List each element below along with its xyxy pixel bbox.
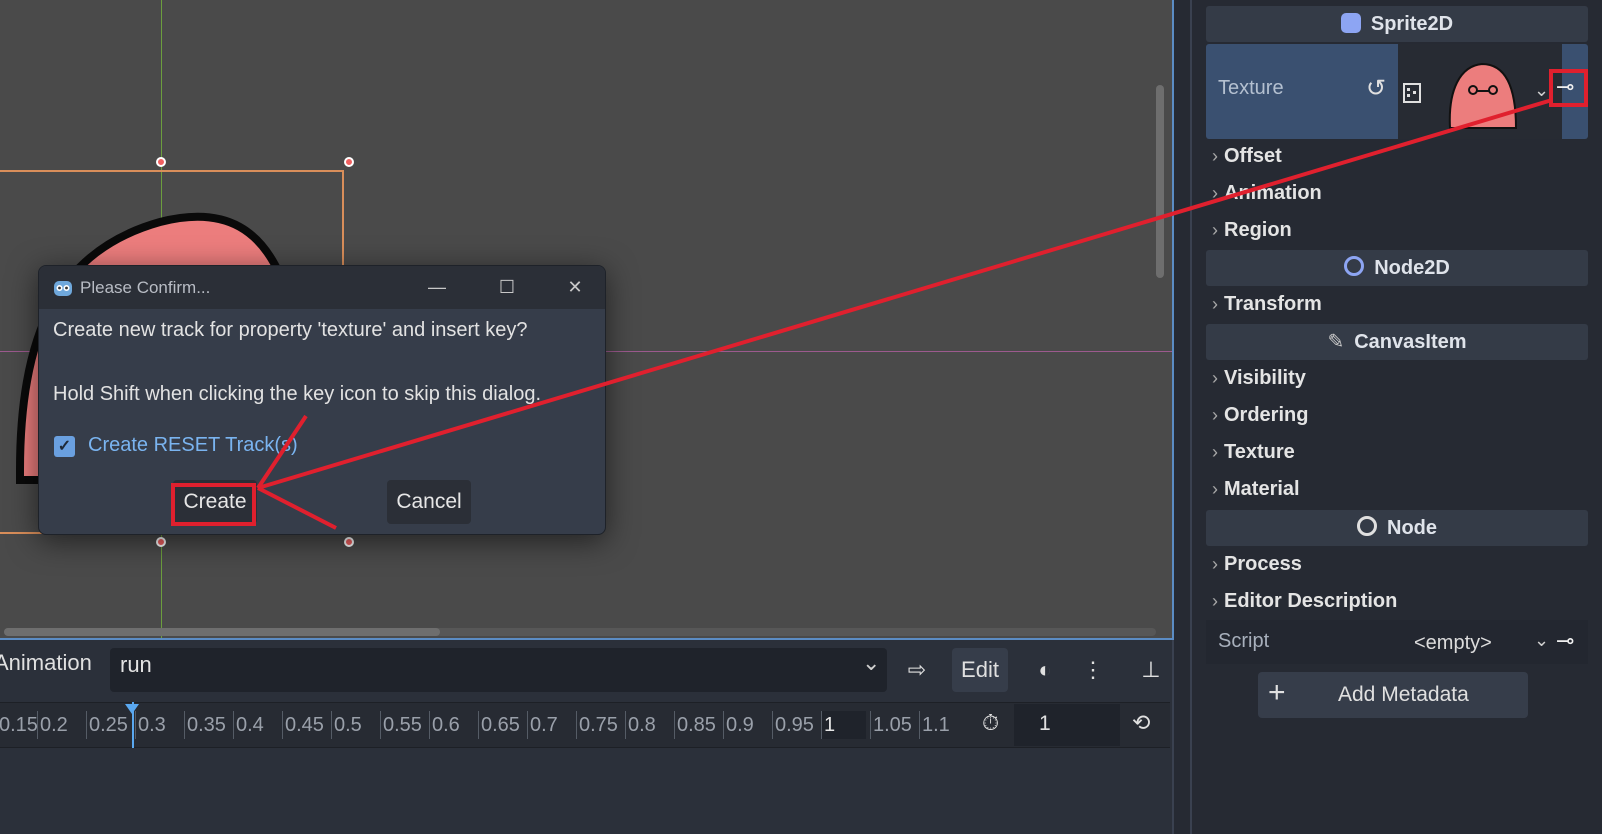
animation-select-value: run [120,652,152,677]
timeline-tick: 0.15 [0,711,38,739]
category-material[interactable]: › Material [1212,471,1300,507]
loop-icon[interactable]: ⟲ [1132,710,1150,736]
sprite2d-icon [1340,13,1361,33]
reset-track-label[interactable]: Create RESET Track(s) [88,434,298,457]
timeline-tick: 1.1 [919,711,950,739]
animation-panel: Animation run ⌄ ⇨ Edit ◐ ⋮ ⊥ 0.15 0.2 0.… [0,640,1174,834]
category-region[interactable]: › Region [1212,212,1292,248]
timeline-tick: 0.9 [723,711,754,739]
revert-icon[interactable]: ↺ [1366,74,1386,103]
texture-property-row[interactable]: Texture ↺ ⌄ ⊸ [1206,44,1588,139]
annotation-box-key [1549,69,1588,107]
node-header[interactable]: Node [1206,510,1588,546]
texture-label: Texture [1218,77,1284,99]
dialog-message: Create new track for property 'texture' … [53,319,528,341]
close-icon[interactable]: ✕ [542,266,605,309]
timeline-tick: 0.7 [527,711,558,739]
resize-handle[interactable] [156,537,166,547]
resize-handle[interactable] [344,157,354,167]
category-visibility[interactable]: › Visibility [1212,360,1306,396]
animation-select[interactable] [110,648,887,692]
vertical-scrollbar[interactable] [1156,85,1164,278]
category-texture[interactable]: › Texture [1212,434,1295,470]
playhead-marker[interactable] [125,704,139,714]
dialog-hint: Hold Shift when clicking the key icon to… [53,383,542,405]
timeline-tick: 0.45 [282,711,324,739]
resize-handle[interactable] [344,537,354,547]
canvasitem-header[interactable]: ✎ CanvasItem [1206,324,1588,360]
brush-icon: ✎ [1327,331,1345,353]
onion-skin-icon[interactable]: ◐ [1028,648,1062,692]
timeline-tick: 0.8 [625,711,656,739]
chevron-down-icon[interactable]: ⌄ [1534,630,1549,651]
cancel-button[interactable]: Cancel [387,480,471,524]
timeline-tick: 0.55 [380,711,422,739]
sprite2d-header[interactable]: Sprite2D [1206,6,1588,42]
godot-logo-icon [54,281,72,296]
timeline-tick: 0.95 [772,711,814,739]
timeline-tick: 0.75 [576,711,618,739]
chevron-down-icon[interactable]: ⌄ [1534,80,1549,101]
pin-icon[interactable]: ⊥ [1134,648,1168,692]
node-icon [1357,516,1377,536]
script-property-row[interactable]: Script <empty> ⌄ ⊸ [1206,620,1588,664]
script-value[interactable]: <empty> [1414,632,1492,655]
timeline-tick: 0.65 [478,711,520,739]
category-offset[interactable]: › Offset [1212,138,1282,174]
texture-import-icon[interactable] [1402,82,1424,104]
dialog-title: Please Confirm... [80,278,211,297]
category-transform[interactable]: › Transform [1212,286,1322,322]
minimize-icon[interactable]: — [404,266,470,309]
resize-handle[interactable] [156,157,166,167]
category-animation[interactable]: › Animation [1212,175,1322,211]
more-options-icon[interactable]: ⋮ [1076,648,1110,692]
node2d-header[interactable]: Node2D [1206,250,1588,286]
texture-thumbnail [1448,62,1518,129]
timeline-tick: 1.05 [870,711,912,739]
confirm-dialog: Please Confirm... — ☐ ✕ Create new track… [38,265,606,535]
key-icon[interactable]: ⊸ [1556,628,1574,654]
stopwatch-icon: ⏱ [982,710,1000,735]
chevron-down-icon[interactable]: ⌄ [862,650,880,676]
plus-icon: + [1268,676,1286,709]
inspector-panel: Sprite2D Texture ↺ ⌄ ⊸ › Offset › Animatio… [1190,0,1602,834]
category-process[interactable]: › Process [1212,546,1302,582]
animation-length-field[interactable] [1014,704,1120,746]
autoplay-icon[interactable]: ⇨ [900,648,934,692]
annotation-box-create [171,483,256,526]
edit-button[interactable]: Edit [952,648,1008,692]
timeline-tick: 0.25 [86,711,128,739]
horizontal-scrollbar[interactable] [4,628,440,636]
timeline-tick: 0.85 [674,711,716,739]
timeline-tick: 1 [821,711,866,739]
animation-length-value: 1 [1039,712,1051,735]
add-metadata-button[interactable]: + Add Metadata [1258,672,1528,718]
timeline-tick: 0.6 [429,711,460,739]
timeline-tick: 0.35 [184,711,226,739]
maximize-icon[interactable]: ☐ [474,266,540,309]
dialog-titlebar[interactable]: Please Confirm... — ☐ ✕ [39,266,605,309]
texture-slot[interactable]: ⌄ [1398,44,1562,139]
timeline-tick: 0.3 [135,711,166,739]
timeline-tick: 0.4 [233,711,264,739]
category-ordering[interactable]: › Ordering [1212,397,1308,433]
timeline-tick: 0.5 [331,711,362,739]
node2d-icon [1344,256,1365,276]
animation-label: Animation [0,650,92,675]
reset-track-checkbox[interactable]: ✓ [54,436,75,457]
timeline-tick: 0.2 [37,711,68,739]
script-label: Script [1218,630,1270,652]
category-editor-description[interactable]: › Editor Description [1212,583,1397,619]
